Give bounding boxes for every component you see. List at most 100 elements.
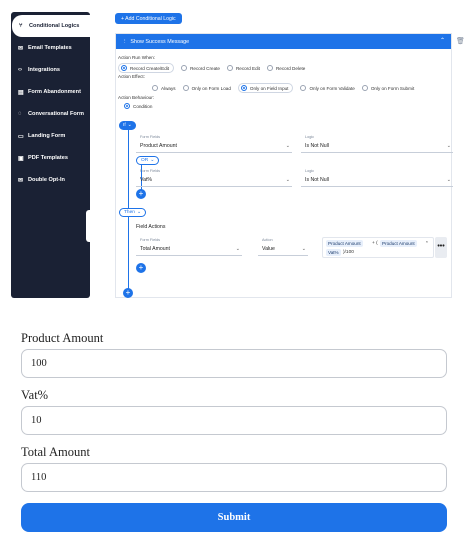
field-value: Total Amount (140, 246, 170, 252)
radio-record-delete[interactable]: Record Delete (266, 65, 305, 71)
submit-button[interactable]: Submit (21, 503, 447, 532)
if-tag[interactable]: If ⌄ (119, 121, 136, 130)
field-caption: Form Fields (140, 135, 161, 139)
expression-token[interactable]: Product Amount (380, 240, 417, 247)
radio-icon (182, 85, 189, 91)
sidebar-item-double-opt-in[interactable]: ✉ Double Opt-In (11, 169, 90, 191)
chevron-down-icon: ⌄ (285, 177, 290, 183)
expression-operator: )/100 (343, 250, 354, 255)
sidebar-item-label: Conversational Form (28, 111, 84, 117)
radio-only-on-form-validate[interactable]: Only on Form Validate (300, 85, 355, 91)
chevron-down-icon: ⌄ (446, 177, 451, 183)
sidebar-item-pdf-templates[interactable]: ▣ PDF Templates (11, 147, 90, 169)
radio-selected-icon (124, 103, 130, 109)
product-amount-label: Product Amount (21, 331, 104, 345)
vat-label: Vat% (21, 388, 49, 402)
field-value: Product Amount (140, 143, 177, 149)
radio-icon (181, 65, 188, 71)
action-effect-options: Always Only on Form Load Only on Field I… (152, 83, 421, 93)
field-actions-title: Field Actions (136, 224, 166, 230)
expression-token[interactable]: Vat% (326, 249, 341, 256)
sidebar-item-email-templates[interactable]: ✉ Email Templates (11, 37, 90, 59)
radio-icon (300, 85, 307, 91)
action-behaviour-label: Action Behaviour: (118, 95, 155, 100)
chat-icon: ◌ (18, 111, 22, 117)
sidebar-item-landing-form[interactable]: ▭ Landing Form (11, 125, 90, 147)
sidebar-item-conversational-form[interactable]: ◌ Conversational Form (11, 103, 90, 125)
pdf-icon: ▣ (18, 155, 24, 162)
total-amount-input[interactable]: 110 (21, 463, 447, 492)
total-amount-label: Total Amount (21, 445, 90, 459)
chevron-up-icon[interactable]: ⌃ (440, 37, 445, 44)
add-field-action-button[interactable]: + (136, 263, 146, 273)
add-conditional-logic-button[interactable]: + Add Conditional Logic (115, 13, 182, 24)
radio-only-on-form-load[interactable]: Only on Form Load (182, 85, 231, 91)
expression-operator: * (426, 241, 428, 246)
radio-only-on-field-input[interactable]: Only on Field Input (237, 83, 294, 93)
option-label: Record Create (190, 65, 220, 71)
branch-icon: ⑂ (19, 23, 23, 29)
option-label: Only on Form Load (191, 85, 231, 91)
logic-caption: Logic (305, 169, 315, 173)
option-label: Always (161, 85, 176, 91)
code-icon: ‹› (18, 67, 22, 73)
field-action-action-select[interactable]: Action Value ⌄ (258, 238, 308, 256)
condition-2-logic-select[interactable]: Logic Is Not Null ⌄ (301, 169, 453, 187)
form-icon: ▤ (18, 89, 24, 96)
sidebar-item-label: Form Abandonment (28, 89, 81, 95)
sidebar-item-form-abandonment[interactable]: ▤ Form Abandonment (11, 81, 90, 103)
add-condition-button[interactable]: + (136, 189, 146, 199)
vat-input[interactable]: 10 (21, 406, 447, 435)
option-label: Record Create/Edit (130, 65, 170, 71)
then-tag[interactable]: Then ⌄ (119, 208, 146, 217)
sidebar-item-label: PDF Templates (28, 155, 68, 161)
radio-record-create[interactable]: Record Create (181, 65, 220, 71)
radio-selected-icon (121, 65, 127, 71)
chevron-down-icon: ⌄ (285, 143, 290, 149)
settings-sidebar: ⑂ Conditional Logics ✉ Email Templates ‹… (11, 12, 91, 298)
action-run-when-label: Action Run When: (118, 55, 156, 60)
product-amount-input[interactable]: 100 (21, 349, 447, 378)
field-caption: Form Fields (140, 169, 161, 173)
condition-2-field-select[interactable]: Form Fields Vat% ⌄ (136, 169, 292, 187)
drag-handle-icon[interactable]: ⋮ (122, 39, 127, 45)
card-title: Show Success Message (130, 38, 190, 45)
or-tag-label: OR (141, 158, 149, 163)
radio-always[interactable]: Always (152, 85, 176, 91)
trash-icon[interactable]: 🗑 (456, 37, 465, 45)
radio-icon (226, 65, 233, 71)
chevron-down-icon: ⌄ (446, 143, 451, 149)
logic-value: Is Not Null (305, 177, 329, 183)
field-action-field-select[interactable]: Form Fields Total Amount ⌄ (136, 238, 242, 256)
or-tag[interactable]: OR ⌄ (136, 156, 160, 165)
page-icon: ▭ (18, 133, 24, 140)
radio-icon (361, 85, 368, 91)
sidebar-item-label: Email Templates (28, 45, 72, 51)
more-options-button[interactable]: ••• (435, 237, 447, 258)
radio-only-on-form-submit[interactable]: Only on Form Submit (361, 85, 414, 91)
sidebar-item-label: Conditional Logics (29, 23, 80, 29)
radio-icon (152, 85, 158, 91)
logic-value: Is Not Null (305, 143, 329, 149)
condition-1-field-select[interactable]: Form Fields Product Amount ⌄ (136, 135, 292, 153)
add-rule-button[interactable]: + (123, 288, 133, 298)
sidebar-divider-notch (86, 210, 90, 242)
sidebar-item-conditional-logics[interactable]: ⑂ Conditional Logics (12, 15, 91, 37)
sidebar-item-integrations[interactable]: ‹› Integrations (11, 59, 90, 81)
value-expression-editor[interactable]: Product Amount + ( Product Amount * Vat%… (322, 237, 434, 258)
condition-1-logic-select[interactable]: Logic Is Not Null ⌄ (301, 135, 453, 153)
then-tag-label: Then (124, 210, 135, 215)
envelope-icon: ✉ (18, 45, 24, 52)
chevron-down-icon: ⌄ (150, 158, 155, 163)
action-caption: Action (262, 238, 273, 242)
card-header[interactable]: ⋮ Show Success Message ⌃ (116, 34, 451, 49)
radio-record-create-edit[interactable]: Record Create/Edit (118, 63, 175, 73)
expression-token[interactable]: Product Amount (326, 240, 363, 247)
sidebar-item-label: Integrations (28, 67, 61, 73)
radio-condition[interactable]: Condition (124, 103, 152, 109)
action-effect-label: Action Effect: (118, 74, 145, 79)
option-label: Record Edit (235, 65, 260, 71)
mail-check-icon: ✉ (18, 177, 24, 184)
radio-record-edit[interactable]: Record Edit (226, 65, 260, 71)
option-label: Only on Field Input (249, 85, 289, 91)
